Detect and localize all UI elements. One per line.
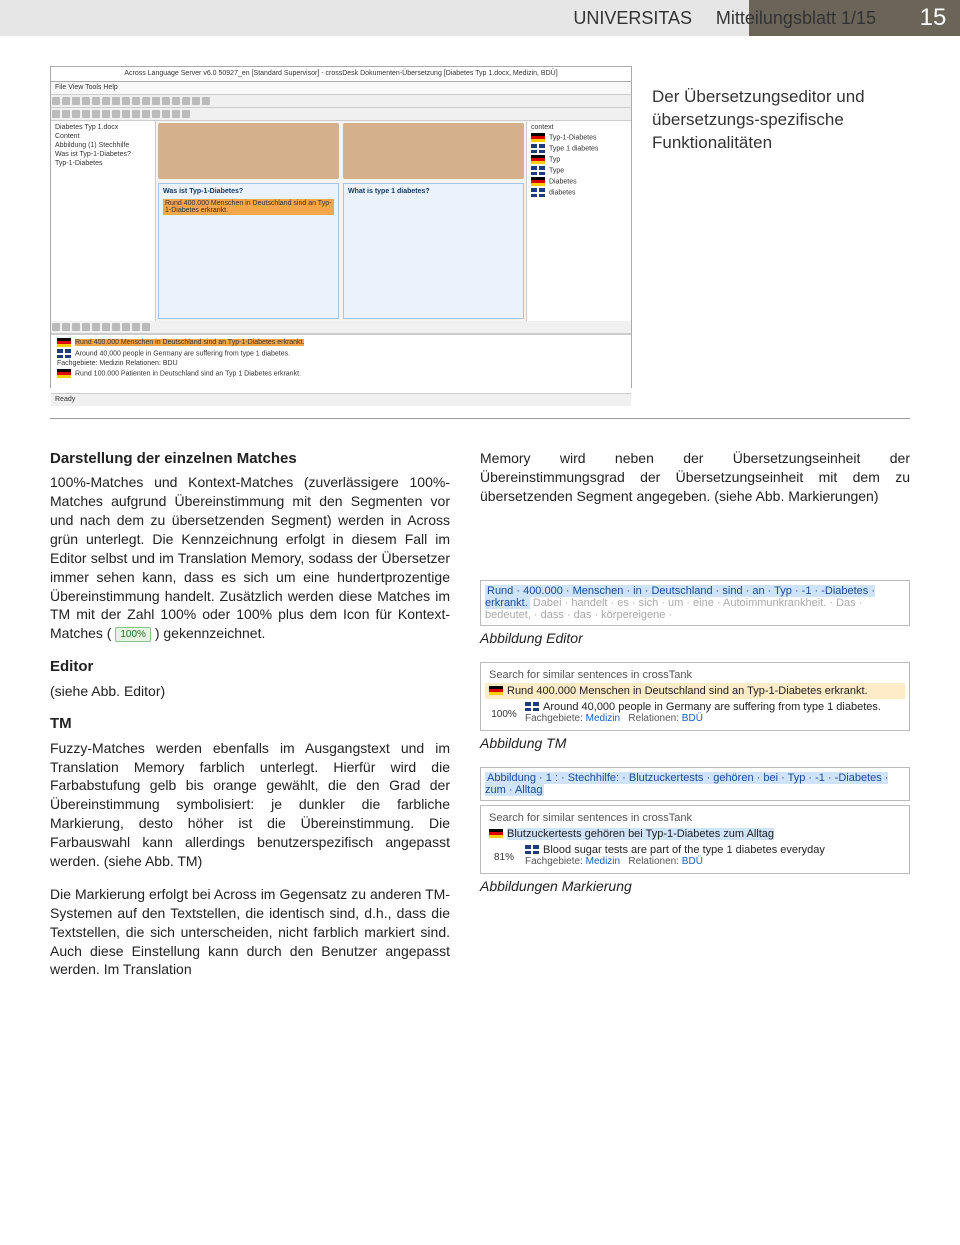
figure-editor: Rund · 400.000 · Menschen · in · Deutsch… — [480, 580, 910, 626]
caption-tm: Abbildung TM — [480, 735, 910, 751]
app-toolbar-1 — [51, 95, 631, 108]
figure-tm: Search for similar sentences in crossTan… — [480, 662, 910, 731]
caption-editor: Abbildung Editor — [480, 630, 910, 646]
app-toolbar-3 — [51, 321, 631, 334]
status-bar: Ready — [51, 393, 631, 406]
paragraph-markierung: Die Markierung erfolgt bei Across im Geg… — [50, 885, 450, 979]
figure-markierung-2: Search for similar sentences in crossTan… — [480, 805, 910, 874]
heading-editor: Editor — [50, 657, 450, 677]
figure-markierung-1: Abbildung · 1 : · Stechhilfe: · Blutzuck… — [480, 767, 910, 801]
source-editor: Was ist Typ-1-Diabetes? Rund 400.000 Men… — [158, 183, 339, 319]
search-center: Rund 400.000 Menschen in Deutschland sin… — [51, 334, 631, 393]
app-titlebar: Across Language Server v6.0 50927_en [St… — [51, 67, 631, 82]
divider — [50, 418, 910, 419]
caption-markierung: Abbildungen Markierung — [480, 878, 910, 894]
heading-matches: Darstellung der einzelnen Matches — [50, 449, 450, 469]
context-match-icon: 100% — [115, 627, 151, 643]
match-percent-81: 81% — [489, 844, 519, 863]
page-number: 15 — [906, 4, 960, 32]
match-percent: 100% — [489, 701, 519, 720]
target-editor: What is type 1 diabetes? — [343, 183, 524, 319]
app-screenshot: Across Language Server v6.0 50927_en [St… — [50, 66, 632, 388]
issue: Mitteilungsblatt 1/15 — [716, 8, 876, 28]
context-pane: context Typ-1-Diabetes Type 1 diabetes T… — [526, 121, 631, 321]
preview-images — [156, 121, 526, 181]
heading-tm: TM — [50, 714, 450, 734]
body-left-column: Darstellung der einzelnen Matches 100%-M… — [50, 449, 450, 993]
brand: UNIVERSITAS — [573, 8, 692, 28]
project-tree: Diabetes Typ 1.docx Content Abbildung (1… — [51, 121, 156, 321]
figure-caption-top: Der Übersetzungseditor und übersetzungs-… — [652, 66, 910, 388]
paragraph-editor-ref: (siehe Abb. Editor) — [50, 682, 450, 701]
paragraph-memory: Memory wird neben der Übersetzungseinhei… — [480, 449, 910, 506]
app-toolbar-2 — [51, 108, 631, 121]
paragraph-matches: 100%-Matches und Kontext-Matches (zuverl… — [50, 473, 450, 643]
page-header: UNIVERSITAS Mitteilungsblatt 1/15 15 — [0, 0, 960, 36]
app-menubar: File View Tools Help — [51, 82, 631, 95]
body-right-column: Memory wird neben der Übersetzungseinhei… — [480, 449, 910, 993]
paragraph-tm: Fuzzy-Matches werden ebenfalls im Ausgan… — [50, 739, 450, 871]
